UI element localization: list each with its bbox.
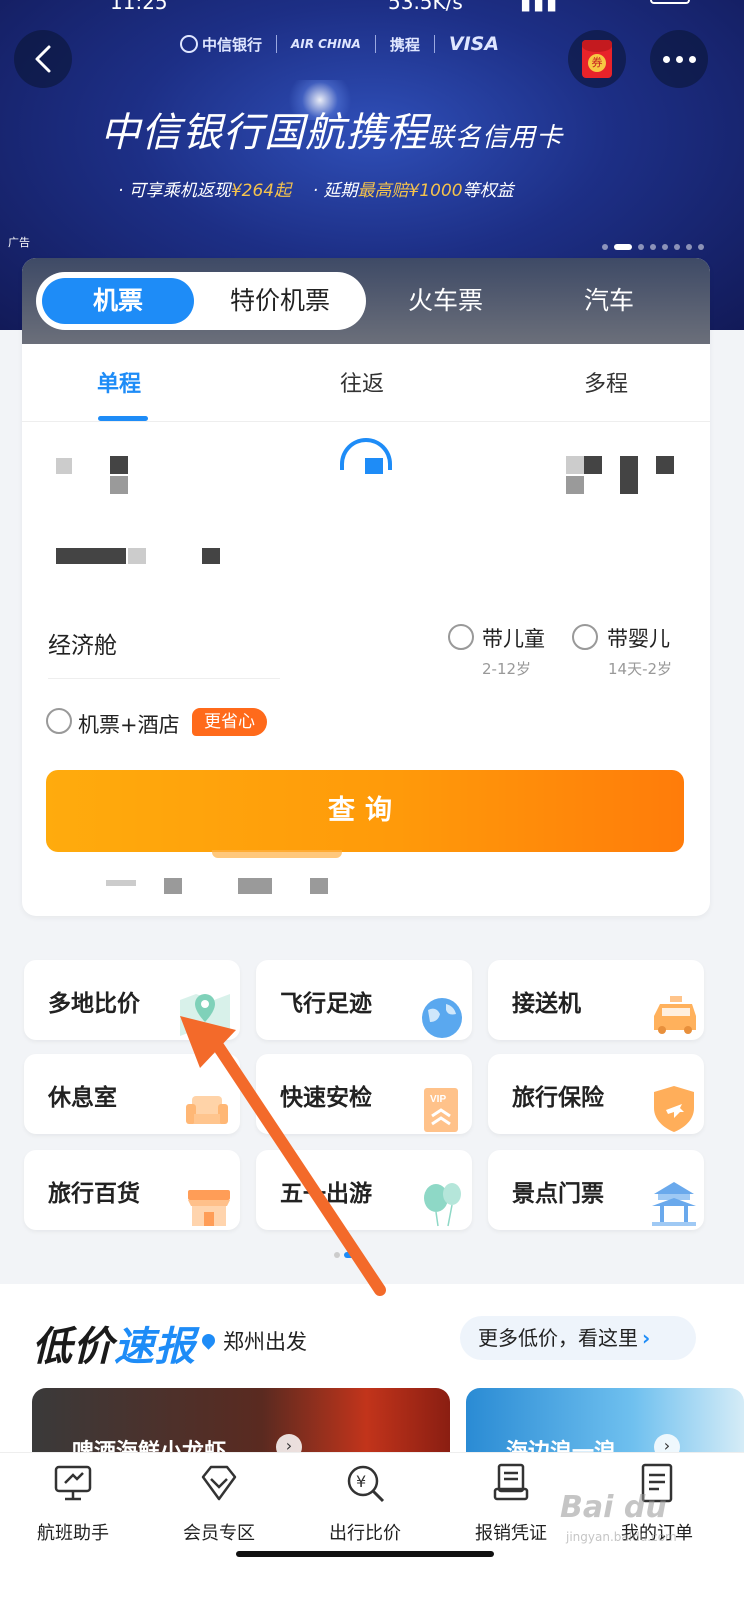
child-option-label: 带儿童 — [482, 627, 545, 651]
red-envelope-icon: 券 — [582, 40, 612, 78]
service-attraction-tickets[interactable]: 景点门票 — [488, 1150, 704, 1230]
vip-security-icon: VIP — [424, 1088, 458, 1132]
member-diamond-icon — [201, 1465, 237, 1501]
service-multi-city-compare[interactable]: 多地比价 — [24, 960, 240, 1040]
service-lounge[interactable]: 休息室 — [24, 1054, 240, 1134]
taxi-icon — [654, 996, 696, 1034]
tab-oneway[interactable]: 单程 — [97, 366, 141, 398]
infant-option-label: 带婴儿 — [607, 627, 670, 651]
service-may-day-trip[interactable]: 五一出游 — [256, 1150, 472, 1230]
visa-logo: VISA — [448, 33, 500, 55]
search-button[interactable]: 查询 — [46, 770, 684, 852]
chevron-right-icon: › — [642, 1326, 651, 1350]
infant-radio[interactable] — [572, 624, 598, 650]
home-indicator — [236, 1551, 494, 1557]
back-button[interactable] — [14, 30, 72, 88]
cabin-class-selector[interactable]: 经济舱 — [48, 626, 117, 660]
tab-special-flight[interactable]: 特价机票 — [204, 278, 356, 324]
citic-logo: 中信银行 — [180, 34, 262, 55]
nav-travel-price-compare[interactable]: ¥ 出行比价 — [310, 1461, 420, 1545]
service-fast-security[interactable]: 快速安检 VIP — [256, 1054, 472, 1134]
deals-title: 低价速报 — [32, 1324, 196, 1370]
save-badge: 更省心 — [192, 708, 267, 736]
status-time: 11:25 — [110, 0, 168, 14]
chevron-right-icon: › — [276, 1434, 302, 1454]
flight-tab-group: 机票 特价机票 — [36, 272, 366, 330]
map-pin-icon — [180, 994, 230, 1036]
tab-roundtrip[interactable]: 往返 — [340, 366, 384, 398]
nav-reimbursement[interactable]: 报销凭证 — [456, 1461, 566, 1545]
status-bar: 11:25 53.5K/s ▮▮▮ — [0, 0, 744, 16]
brand-logos: 中信银行 AIR CHINA 携程 VISA — [180, 33, 499, 55]
deal-card[interactable]: 海边浪一浪 › — [466, 1388, 744, 1454]
ctrip-logo: 携程 — [389, 35, 420, 54]
child-radio[interactable] — [448, 624, 474, 650]
location-pin-icon — [199, 1331, 218, 1350]
coupon-label: 券 — [588, 54, 606, 72]
globe-icon — [422, 998, 462, 1038]
booking-card: 机票 特价机票 火车票 汽车 单程 往返 多程 经济舱 带儿童 2-12岁 带婴… — [22, 258, 710, 916]
chevron-right-icon: › — [654, 1434, 680, 1454]
tab-multi-city[interactable]: 多程 — [584, 366, 628, 398]
chevron-left-icon — [35, 45, 51, 73]
transport-tabs: 机票 特价机票 火车票 汽车 — [22, 258, 710, 344]
active-tab-indicator — [98, 416, 148, 421]
departure-location[interactable]: 郑州出发 — [199, 1326, 307, 1356]
service-flight-footprint[interactable]: 飞行足迹 — [256, 960, 472, 1040]
insurance-shield-icon — [654, 1086, 694, 1132]
more-button[interactable] — [650, 30, 708, 88]
flight-monitor-icon — [54, 1465, 92, 1501]
tab-train[interactable]: 火车票 — [408, 258, 483, 344]
coupon-button[interactable]: 券 — [568, 30, 626, 88]
sofa-icon — [186, 1096, 228, 1124]
shop-icon — [188, 1190, 230, 1226]
status-network-speed: 53.5K/s — [388, 0, 463, 14]
service-travel-store[interactable]: 旅行百货 — [24, 1150, 240, 1230]
nav-member-zone[interactable]: 会员专区 — [164, 1461, 274, 1545]
service-airport-transfer[interactable]: 接送机 — [488, 960, 704, 1040]
ad-label: 广告 — [8, 236, 30, 249]
baidu-watermark: Bai du — [560, 1490, 667, 1525]
more-deals-button[interactable]: 更多低价，看这里 › — [460, 1316, 696, 1360]
bottom-navigation: 航班助手 会员专区 ¥ 出行比价 报销凭证 我的订单 — [0, 1452, 744, 1599]
battery-icon — [650, 0, 690, 4]
air-china-logo: AIR CHINA — [291, 37, 361, 51]
trip-type-tabs: 单程 往返 多程 — [22, 344, 710, 422]
receipt-icon — [493, 1463, 529, 1501]
banner-subtitle: · 可享乘机返现¥264起 · 延期最高赔¥1000等权益 — [118, 181, 514, 201]
svg-text:¥: ¥ — [356, 1472, 366, 1491]
pavilion-icon — [652, 1182, 696, 1226]
deal-card[interactable]: 啤酒海鲜小龙虾 › — [32, 1388, 450, 1454]
flight-hotel-label: 机票+酒店 — [78, 713, 180, 737]
flight-hotel-radio[interactable] — [46, 708, 72, 734]
tab-bus[interactable]: 汽车 — [584, 258, 634, 344]
more-dots-icon — [662, 55, 696, 63]
tab-flight[interactable]: 机票 — [42, 278, 194, 324]
service-travel-insurance[interactable]: 旅行保险 — [488, 1054, 704, 1134]
balloon-icon — [424, 1183, 461, 1227]
child-age-hint: 2-12岁 — [482, 660, 532, 678]
signal-icon: ▮▮▮ — [520, 0, 560, 14]
low-price-deals-section: 低价速报 郑州出发 更多低价，看这里 › 啤酒海鲜小龙虾 › 海边浪一浪 › — [0, 1284, 744, 1454]
price-compare-icon: ¥ — [347, 1465, 385, 1503]
nav-flight-assistant[interactable]: 航班助手 — [18, 1461, 128, 1545]
banner-title: 中信银行国航携程联名信用卡 — [100, 110, 564, 156]
service-grid-pagination — [334, 1252, 362, 1258]
svg-text:VIP: VIP — [430, 1094, 446, 1105]
banner-pagination — [602, 244, 704, 250]
infant-age-hint: 14天-2岁 — [608, 660, 673, 678]
